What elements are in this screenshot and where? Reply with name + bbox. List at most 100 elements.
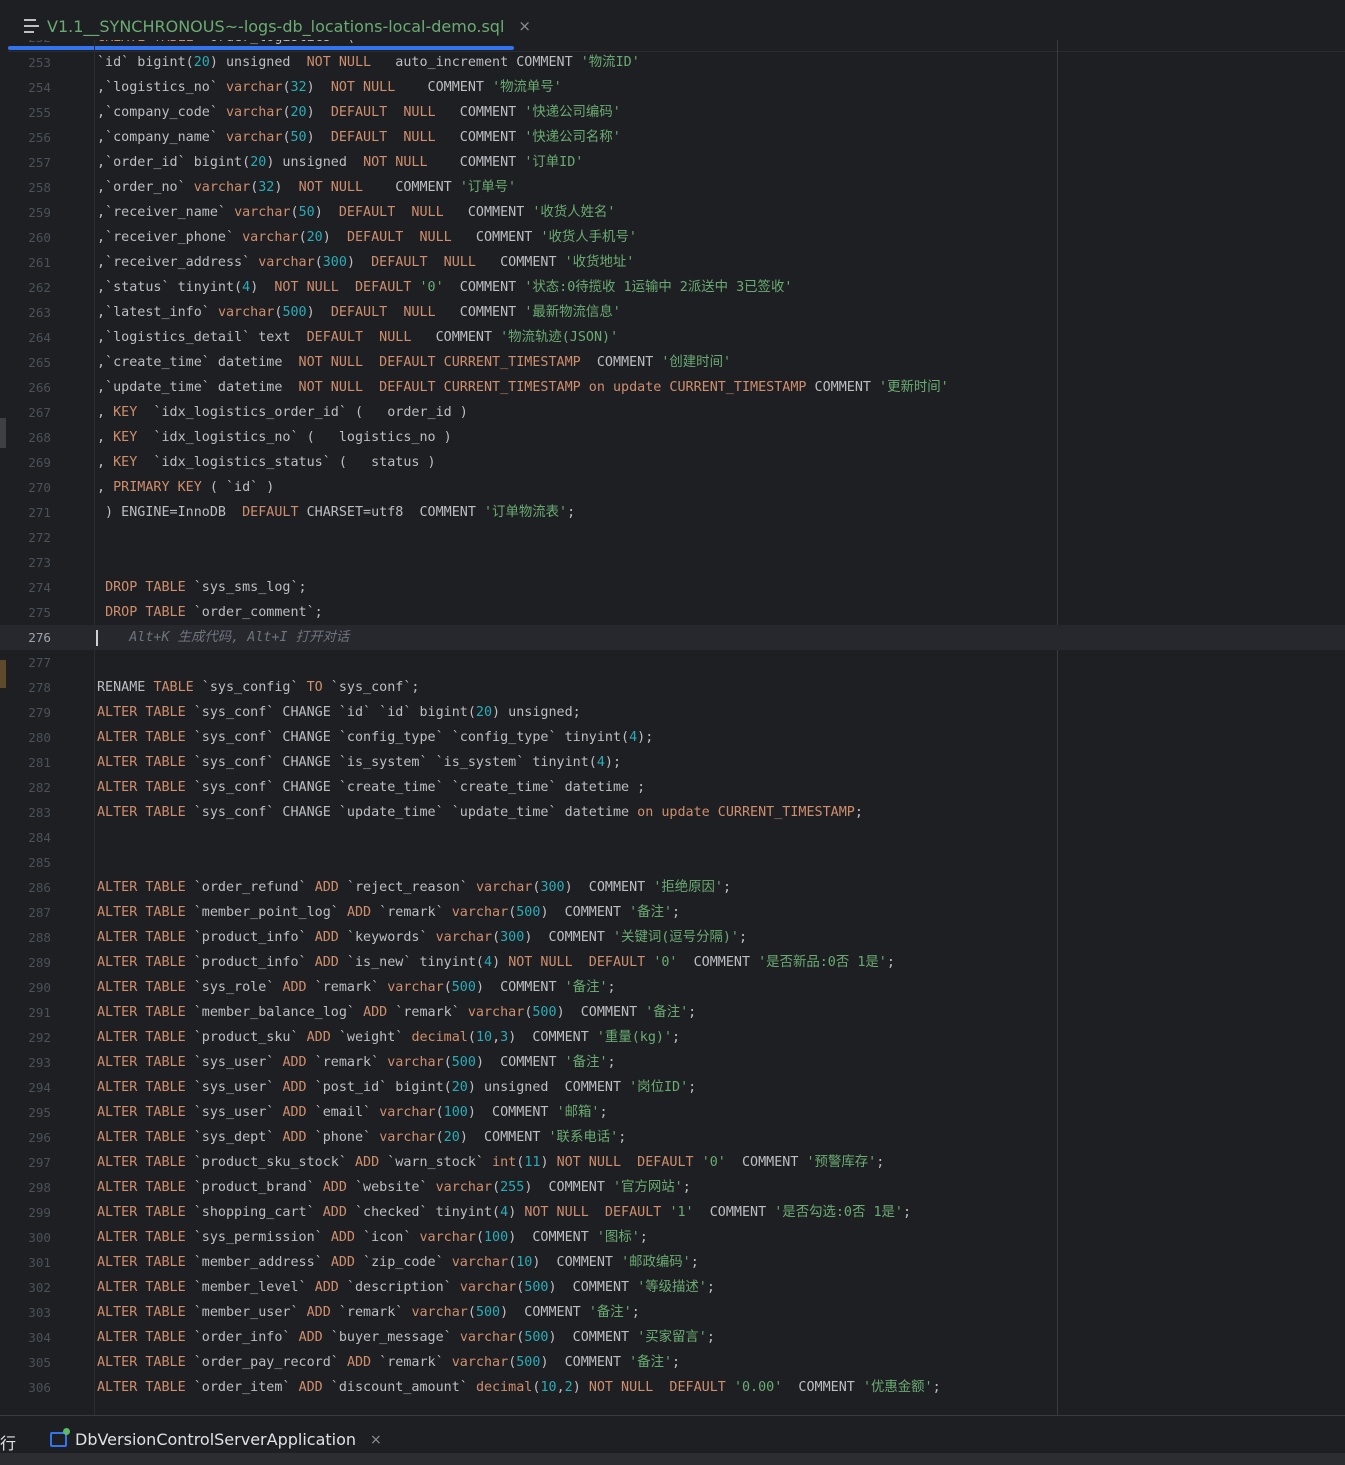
run-config-tab[interactable]: DbVersionControlServerApplication × <box>50 1428 382 1449</box>
code-line[interactable]: 293 ALTER TABLE `sys_user` ADD `remark` v… <box>0 1050 1345 1075</box>
code-text: RENAME TABLE `sys_config` TO `sys_conf`; <box>97 675 420 700</box>
code-line[interactable]: 266 ,`update_time` datetime NOT NULL DEFA… <box>0 375 1345 400</box>
code-token: ALTER TABLE <box>97 730 186 745</box>
line-number: 255 <box>28 105 51 120</box>
code-token: '0' <box>653 955 678 970</box>
code-line[interactable]: 287 ALTER TABLE `member_point_log` ADD `r… <box>0 900 1345 925</box>
code-line[interactable]: 304 ALTER TABLE `order_info` ADD `buyer_m… <box>0 1325 1345 1350</box>
code-line[interactable]: 282 ALTER TABLE `sys_conf` CHANGE `create… <box>0 775 1345 800</box>
code-token: `icon` <box>355 1230 420 1245</box>
code-token: DEFAULT NULL <box>346 230 452 245</box>
code-line[interactable]: 296 ALTER TABLE `sys_dept` ADD `phone` va… <box>0 1125 1345 1150</box>
code-line[interactable]: 276 Alt+K 生成代码, Alt+I 打开对话 <box>0 625 1345 650</box>
code-line[interactable]: 291 ALTER TABLE `member_balance_log` ADD … <box>0 1000 1345 1025</box>
close-run-tab-icon[interactable]: × <box>370 1432 382 1448</box>
code-line[interactable]: 281 ALTER TABLE `sys_conf` CHANGE `is_sys… <box>0 750 1345 775</box>
code-text: ALTER TABLE `sys_conf` CHANGE `id` `id` … <box>97 700 581 725</box>
code-line[interactable]: 277 <box>0 650 1345 675</box>
code-token: `checked` tinyint( <box>346 1205 501 1220</box>
code-line[interactable]: 257 ,`order_id` bigint(20) unsigned NOT N… <box>0 150 1345 175</box>
code-line[interactable]: 269, KEY `idx_logistics_status` ( status… <box>0 450 1345 475</box>
code-line[interactable]: 273 <box>0 550 1345 575</box>
line-number: 297 <box>28 1155 51 1170</box>
code-token: ) <box>572 1380 589 1395</box>
code-text: ALTER TABLE `member_level` ADD `descript… <box>97 1275 715 1300</box>
code-line[interactable]: 272 <box>0 525 1345 550</box>
code-token: '状态:0待揽收 1运输中 2派送中 3已签收' <box>524 280 793 295</box>
code-line[interactable]: 298 ALTER TABLE `product_brand` ADD `webs… <box>0 1175 1345 1200</box>
code-token: NOT NULL DEFAULT <box>588 1380 734 1395</box>
code-line[interactable]: 261 ,`receiver_address` varchar(300) DEFA… <box>0 250 1345 275</box>
code-line[interactable]: 294 ALTER TABLE `sys_user` ADD `post_id` … <box>0 1075 1345 1100</box>
code-token: KEY <box>113 430 138 445</box>
code-line[interactable]: 285 <box>0 850 1345 875</box>
code-token: ADD <box>314 1280 339 1295</box>
code-text: ,`status` tinyint(4) NOT NULL DEFAULT '0… <box>97 275 792 300</box>
code-line[interactable]: 302 ALTER TABLE `member_level` ADD `descr… <box>0 1275 1345 1300</box>
bottom-toolbar-strip <box>0 1453 1345 1465</box>
code-token: '关键词(逗号分隔)' <box>613 930 739 945</box>
code-token: 10 <box>540 1380 557 1395</box>
code-line[interactable]: 297 ALTER TABLE `product_sku_stock` ADD `… <box>0 1150 1345 1175</box>
code-token: `website` <box>346 1180 436 1195</box>
code-line[interactable]: 286 ALTER TABLE `order_refund` ADD `rejec… <box>0 875 1345 900</box>
code-line[interactable]: 295 ALTER TABLE `sys_user` ADD `email` va… <box>0 1100 1345 1125</box>
code-token: `sys_conf`; <box>322 680 420 695</box>
code-token: DROP TABLE <box>105 605 186 620</box>
code-line[interactable]: 299 ALTER TABLE `shopping_cart` ADD `chec… <box>0 1200 1345 1225</box>
code-line[interactable]: 278 RENAME TABLE `sys_config` TO `sys_con… <box>0 675 1345 700</box>
code-line[interactable]: 283 ALTER TABLE `sys_conf` CHANGE `update… <box>0 800 1345 825</box>
code-token: `order_pay_record` <box>185 1355 347 1370</box>
code-token: 10 <box>475 1030 493 1045</box>
code-line[interactable]: 279 ALTER TABLE `sys_conf` CHANGE `id` `i… <box>0 700 1345 725</box>
code-line[interactable]: 290 ALTER TABLE `sys_role` ADD `remark` v… <box>0 975 1345 1000</box>
code-line[interactable]: 260 ,`receiver_phone` varchar(20) DEFAULT… <box>0 225 1345 250</box>
code-line[interactable]: 288 ALTER TABLE `product_info` ADD `keywo… <box>0 925 1345 950</box>
code-token: auto_increment COMMENT <box>371 55 581 70</box>
code-token: DEFAULT NULL <box>330 105 436 120</box>
code-token: 500 <box>524 1330 549 1345</box>
code-line[interactable]: 259 ,`receiver_name` varchar(50) DEFAULT … <box>0 200 1345 225</box>
code-line[interactable]: 267, KEY `idx_logistics_order_id` ( orde… <box>0 400 1345 425</box>
code-line[interactable]: 264 ,`logistics_detail` text DEFAULT NULL… <box>0 325 1345 350</box>
code-line[interactable]: 255 ,`company_code` varchar(20) DEFAULT N… <box>0 100 1345 125</box>
code-line[interactable]: 258 ,`order_no` varchar(32) NOT NULL COMM… <box>0 175 1345 200</box>
code-line[interactable]: 254 ,`logistics_no` varchar(32) NOT NULL … <box>0 75 1345 100</box>
code-line[interactable]: 274 DROP TABLE `sys_sms_log`; <box>0 575 1345 600</box>
code-line[interactable]: 252 CREATE TABLE `order_logistics` ( <box>0 40 1345 50</box>
close-tab-icon[interactable]: × <box>518 17 531 35</box>
code-line[interactable]: 265 ,`create_time` datetime NOT NULL DEFA… <box>0 350 1345 375</box>
code-token: ); <box>604 755 622 770</box>
code-token: ) COMMENT <box>524 1180 613 1195</box>
code-line[interactable]: 303 ALTER TABLE `member_user` ADD `remark… <box>0 1300 1345 1325</box>
code-line[interactable]: 275 DROP TABLE `order_comment`; <box>0 600 1345 625</box>
code-token: int <box>492 1155 517 1170</box>
code-line[interactable]: 284 <box>0 825 1345 850</box>
code-line[interactable]: 280 ALTER TABLE `sys_conf` CHANGE `config… <box>0 725 1345 750</box>
code-token: ( <box>282 105 291 120</box>
code-line[interactable]: 262 ,`status` tinyint(4) NOT NULL DEFAULT… <box>0 275 1345 300</box>
code-line[interactable]: 300 ALTER TABLE `sys_permission` ADD `ico… <box>0 1225 1345 1250</box>
code-token: ) COMMENT <box>475 1055 565 1070</box>
code-line[interactable]: 301 ALTER TABLE `member_address` ADD `zip… <box>0 1250 1345 1275</box>
code-token: ; <box>567 505 576 520</box>
code-line[interactable]: 270, PRIMARY KEY ( `id` ) <box>0 475 1345 500</box>
code-line[interactable]: 289 ALTER TABLE `product_info` ADD `is_ne… <box>0 950 1345 975</box>
code-line[interactable]: 268, KEY `idx_logistics_no` ( logistics_… <box>0 425 1345 450</box>
code-line[interactable]: 256 ,`company_name` varchar(50) DEFAULT N… <box>0 125 1345 150</box>
code-editor[interactable]: 252 CREATE TABLE `order_logistics` (253 `i… <box>0 40 1345 1415</box>
code-line[interactable]: 253 `id` bigint(20) unsigned NOT NULL aut… <box>0 50 1345 75</box>
run-label[interactable]: 行 <box>0 1430 16 1454</box>
code-line[interactable]: 306 ALTER TABLE `order_item` ADD `discoun… <box>0 1375 1345 1400</box>
code-token: `discount_amount` <box>322 1380 476 1395</box>
code-line[interactable]: 263 ,`latest_info` varchar(500) DEFAULT N… <box>0 300 1345 325</box>
code-line[interactable]: 271 ) ENGINE=InnoDB DEFAULT CHARSET=utf8… <box>0 500 1345 525</box>
code-token: DEFAULT NULL <box>306 330 412 345</box>
code-line[interactable]: 292 ALTER TABLE `product_sku` ADD `weight… <box>0 1025 1345 1050</box>
code-token: ,`order_id` bigint( <box>97 155 251 170</box>
code-token: ) unsigned COMMENT <box>467 1080 630 1095</box>
code-token: ; <box>672 905 681 920</box>
code-line[interactable]: 305 ALTER TABLE `order_pay_record` ADD `r… <box>0 1350 1345 1375</box>
code-token: '1' <box>669 1205 694 1220</box>
code-token: `remark` <box>387 1005 468 1020</box>
